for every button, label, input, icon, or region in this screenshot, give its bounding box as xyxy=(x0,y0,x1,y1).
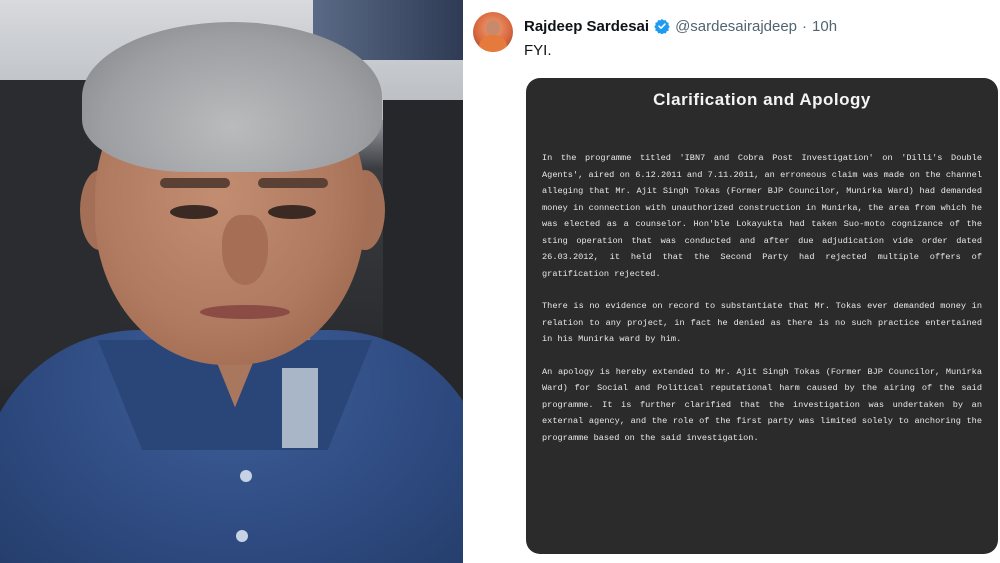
avatar[interactable] xyxy=(473,12,513,52)
timestamp[interactable]: 10h xyxy=(812,18,837,35)
verified-badge-icon xyxy=(654,18,670,34)
separator-dot: · xyxy=(802,17,808,35)
photo-hair xyxy=(82,22,382,172)
tweet: Rajdeep Sardesai @sardesairajdeep · 10h … xyxy=(463,0,1000,563)
attached-image-card[interactable]: Clarification and Apology In the program… xyxy=(526,78,998,554)
photo-brow-left xyxy=(160,178,230,188)
person-photo xyxy=(0,0,463,563)
avatar-body xyxy=(479,35,507,52)
tweet-header: Rajdeep Sardesai @sardesairajdeep · 10h xyxy=(524,16,837,36)
shirt-button xyxy=(240,470,252,482)
photo-mouth xyxy=(200,305,290,319)
handle[interactable]: @sardesairajdeep xyxy=(675,18,797,35)
photo-brow-right xyxy=(258,178,328,188)
tweet-text: FYI. xyxy=(524,42,552,59)
notice-paragraph: There is no evidence on record to substa… xyxy=(542,301,982,344)
photo-eye-left xyxy=(170,205,218,219)
notice-paragraph: An apology is hereby extended to Mr. Aji… xyxy=(542,366,982,443)
notice-body: In the programme titled 'IBN7 and Cobra … xyxy=(542,150,982,462)
display-name[interactable]: Rajdeep Sardesai xyxy=(524,18,649,35)
photo-eye-right xyxy=(268,205,316,219)
notice-paragraph: In the programme titled 'IBN7 and Cobra … xyxy=(542,153,982,279)
photo-undershirt xyxy=(282,368,318,448)
shirt-button xyxy=(236,530,248,542)
notice-title: Clarification and Apology xyxy=(653,90,871,109)
avatar-head xyxy=(486,20,500,36)
photo-nose xyxy=(222,215,268,285)
